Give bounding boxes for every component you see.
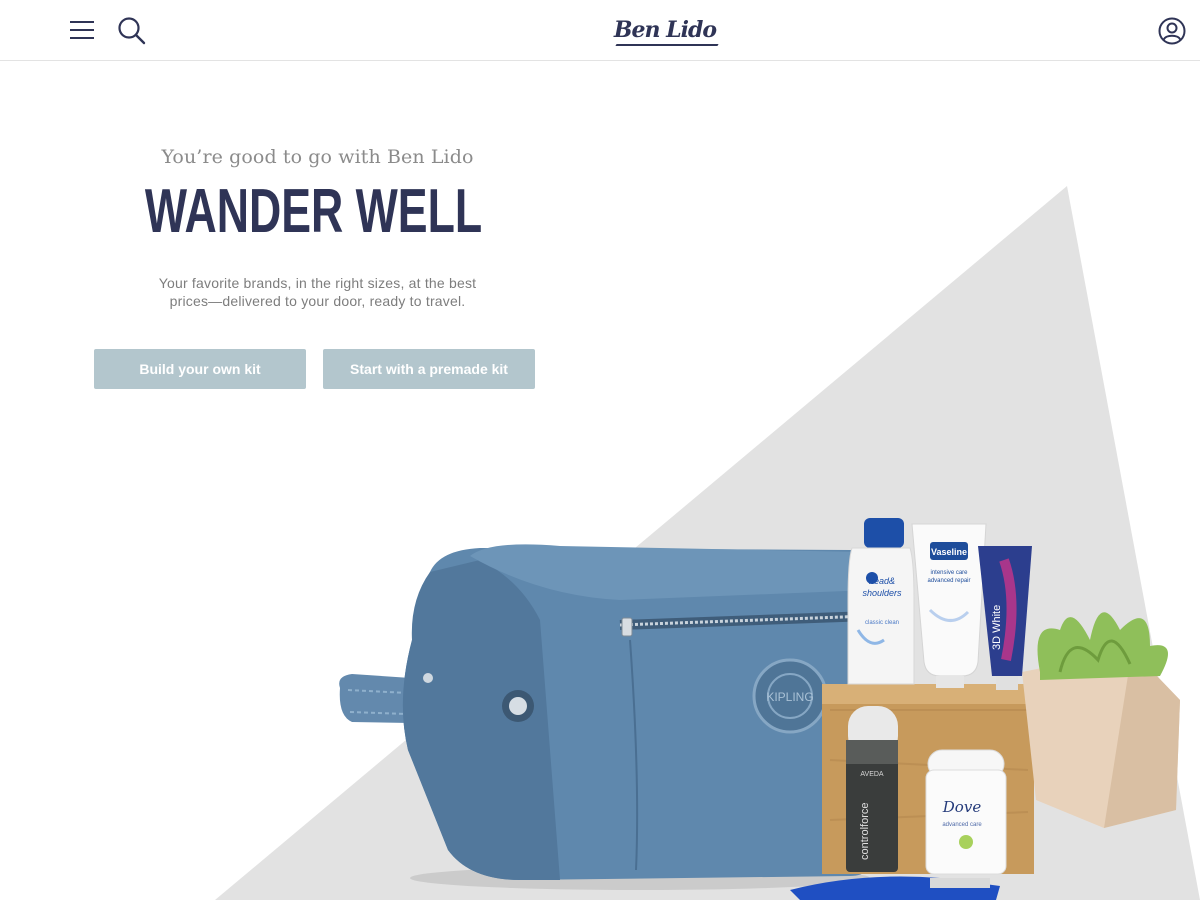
start-with-premade-kit-button[interactable]: Start with a premade kit: [323, 349, 535, 389]
user-account-icon[interactable]: [1155, 14, 1188, 47]
hero-headline: WANDER WELL: [144, 177, 483, 246]
hero-subtext: Your favorite brands, in the right sizes…: [158, 275, 477, 309]
ben-lido-logo[interactable]: Ben Lido: [612, 14, 719, 46]
lotion-brand: Vaseline: [931, 547, 967, 557]
lotion-line-2: advanced repair: [927, 578, 970, 584]
deodorant-brand: Dove: [942, 798, 982, 816]
shampoo-bottle-image: head& shoulders classic clean: [847, 518, 915, 685]
search-icon[interactable]: [114, 13, 150, 49]
build-your-own-kit-button[interactable]: Build your own kit: [94, 349, 306, 389]
succulent-plant-image: [1022, 612, 1180, 828]
hamburger-menu-icon[interactable]: [66, 14, 98, 46]
logo-underline: [615, 44, 719, 46]
bamboo-box-image: [822, 684, 1034, 874]
toiletry-bag-image: KIPLING: [339, 544, 876, 890]
site-header: Ben Lido: [0, 0, 1200, 61]
hero-section: You’re good to go with Ben Lido WANDER W…: [80, 140, 555, 310]
shampoo-label-2: shoulders: [862, 588, 902, 598]
hairspray-can-image: AVEDA controlforce: [846, 706, 898, 872]
shampoo-label-1: head&: [869, 576, 895, 586]
hero-illustration: KIPLING head& shoulders classic clean Va…: [215, 186, 1200, 900]
deodorant-stick-image: Dove advanced care: [925, 749, 1007, 875]
hairspray-name: controlforce: [859, 803, 871, 860]
bag-badge-text: KIPLING: [766, 690, 813, 704]
razor-image: [790, 876, 1000, 900]
lotion-tube-image: Vaseline intensive care advanced repair: [911, 523, 987, 688]
lotion-line-1: intensive care: [930, 570, 968, 576]
hairspray-brand: AVEDA: [860, 771, 884, 778]
shampoo-variant: classic clean: [865, 620, 899, 626]
toothpaste-label: 3D White: [991, 605, 1003, 650]
hero-eyebrow: You’re good to go with Ben Lido: [161, 146, 474, 168]
logo-text: Ben Lido: [613, 17, 717, 43]
toothpaste-tube-image: 3D White: [978, 546, 1032, 690]
deodorant-name: advanced care: [942, 822, 982, 828]
